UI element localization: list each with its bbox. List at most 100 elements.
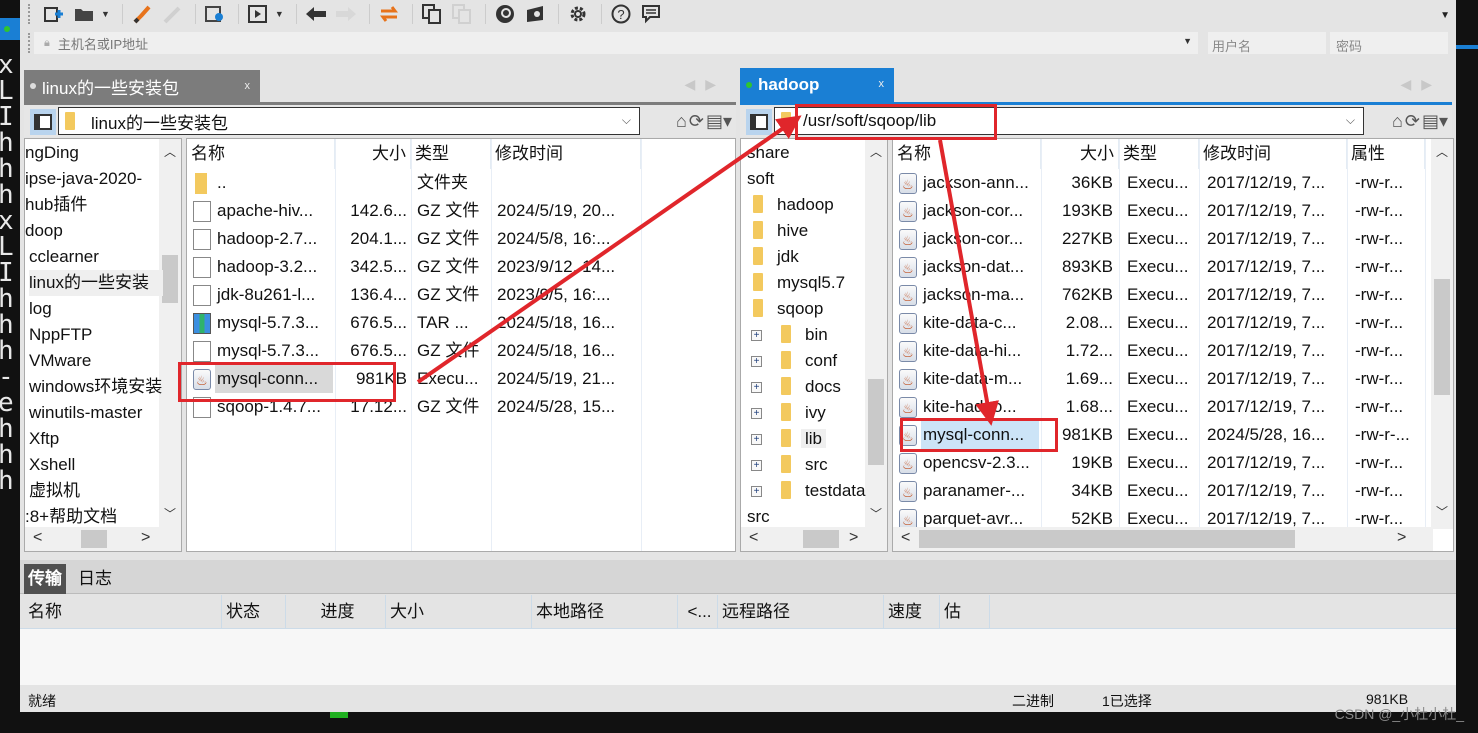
tree-item[interactable]: jdk xyxy=(741,244,865,270)
tree-item[interactable]: soft xyxy=(741,166,865,192)
local-path-input[interactable]: linux的一些安装包 ⌵ xyxy=(58,107,640,135)
scroll-thumb[interactable] xyxy=(919,530,1295,548)
expand-icon[interactable]: + xyxy=(751,434,762,445)
expand-icon[interactable]: + xyxy=(751,330,762,341)
play-dropdown-icon[interactable]: ▼ xyxy=(275,9,284,19)
tree-item[interactable]: + src xyxy=(741,452,865,478)
file-row[interactable]: mysql-5.7.3... 676.5... TAR ... 2024/5/18, … xyxy=(187,309,735,337)
file-row[interactable]: kite-data-c... 2.08... Execu... 2017/12/19,… xyxy=(893,309,1433,339)
xftp-icon[interactable] xyxy=(522,2,548,26)
tab-scroll-arrows[interactable]: ◀▶ xyxy=(1400,76,1442,93)
tab-remote[interactable]: hadoop x xyxy=(740,68,894,102)
file-row[interactable]: jackson-cor... 193KB Execu... 2017/12/19, 7… xyxy=(893,197,1433,227)
host-dropdown-icon[interactable]: ▼ xyxy=(1183,36,1192,46)
feedback-icon[interactable] xyxy=(638,2,664,26)
tree-item[interactable]: mysql5.7 xyxy=(741,270,865,296)
file-row[interactable]: kite-data-m... 1.69... Execu... 2017/12/19,… xyxy=(893,365,1433,395)
tree-item[interactable]: + docs xyxy=(741,374,865,400)
column-header-modified[interactable]: 修改时间 xyxy=(491,139,641,169)
transfer-column-speed[interactable]: 速度 xyxy=(884,595,940,629)
expand-icon[interactable]: + xyxy=(751,460,762,471)
scroll-thumb[interactable] xyxy=(868,379,884,465)
tree-horizontal-scrollbar[interactable]: < > xyxy=(25,527,181,551)
file-row[interactable]: jackson-cor... 227KB Execu... 2017/12/19, 7… xyxy=(893,225,1433,255)
parent-folder-icon[interactable]: ⌂ xyxy=(1392,111,1403,132)
transfer-column-progress[interactable]: 进度 xyxy=(286,595,386,629)
expand-icon[interactable]: + xyxy=(751,408,762,419)
properties-icon[interactable] xyxy=(202,2,228,26)
refresh-icon[interactable]: ⟳ xyxy=(689,111,704,132)
view-mode-icon[interactable]: ▤▾ xyxy=(706,111,732,132)
toolbar-grip[interactable] xyxy=(28,4,31,24)
file-row[interactable]: .. 文件夹 xyxy=(187,169,735,197)
transfer-column-remote-path[interactable]: 远程路径 xyxy=(718,595,884,629)
column-header-attributes[interactable]: 属性 xyxy=(1347,139,1425,169)
scroll-left-icon[interactable]: < xyxy=(901,529,910,547)
scroll-down-icon[interactable]: ﹀ xyxy=(1431,503,1453,523)
xshell-icon[interactable] xyxy=(492,2,518,26)
tab-log[interactable]: 日志 xyxy=(74,564,116,594)
close-tab-icon[interactable]: x xyxy=(879,78,885,90)
toggle-tree-icon[interactable] xyxy=(746,109,772,135)
tree-horizontal-scrollbar[interactable]: < > xyxy=(741,527,887,551)
expand-icon[interactable]: + xyxy=(751,486,762,497)
file-row[interactable]: jackson-ann... 36KB Execu... 2017/12/19, 7.… xyxy=(893,169,1433,199)
list-horizontal-scrollbar[interactable]: < > xyxy=(893,527,1433,551)
column-header-size[interactable]: 大小 xyxy=(335,139,411,169)
sync-icon[interactable] xyxy=(376,2,402,26)
refresh-icon[interactable]: ⟳ xyxy=(1405,111,1420,132)
scroll-down-icon[interactable]: ﹀ xyxy=(159,505,181,525)
tree-item[interactable]: windows环境安装 xyxy=(29,374,163,400)
help-icon[interactable]: ? xyxy=(608,2,634,26)
file-row[interactable]: jackson-dat... 893KB Execu... 2017/12/19, 7… xyxy=(893,253,1433,283)
tree-item[interactable]: ipse-java-2020- xyxy=(25,166,159,192)
column-header-type[interactable]: 类型 xyxy=(411,139,491,169)
column-header-size[interactable]: 大小 xyxy=(1041,139,1119,169)
tree-item[interactable]: Xftp xyxy=(29,426,163,452)
tree-item[interactable]: linux的一些安装 xyxy=(29,270,163,296)
view-mode-icon[interactable]: ▤▾ xyxy=(1422,111,1448,132)
file-row[interactable]: mysql-conn... 981KB Execu... 2024/5/19, 21.… xyxy=(187,365,735,395)
scroll-left-icon[interactable]: < xyxy=(749,529,758,547)
file-row[interactable]: kite-hadoo... 1.68... Execu... 2017/12/19, … xyxy=(893,393,1433,423)
tab-scroll-arrows[interactable]: ◀▶ xyxy=(684,76,726,93)
remote-path-input[interactable]: /usr/soft/sqoop/lib ⌵ xyxy=(774,107,1364,135)
close-tab-icon[interactable]: x xyxy=(245,80,251,92)
file-row[interactable]: apache-hiv... 142.6... GZ 文件 2024/5/19, 20.… xyxy=(187,197,735,225)
tree-item[interactable]: src xyxy=(741,504,865,530)
scroll-right-icon[interactable]: > xyxy=(849,529,858,547)
tree-item[interactable]: hive xyxy=(741,218,865,244)
scroll-right-icon[interactable]: > xyxy=(1397,529,1406,547)
tree-item[interactable]: Xshell xyxy=(29,452,163,478)
scroll-thumb[interactable] xyxy=(803,530,839,548)
scroll-up-icon[interactable]: ︿ xyxy=(865,143,887,163)
column-header-modified[interactable]: 修改时间 xyxy=(1199,139,1347,169)
transfer-column-local-path[interactable]: 本地路径 xyxy=(532,595,678,629)
tree-item[interactable]: + testdata xyxy=(741,478,866,504)
file-row[interactable]: opencsv-2.3... 19KB Execu... 2017/12/19, 7.… xyxy=(893,449,1433,479)
scroll-left-icon[interactable]: < xyxy=(33,529,42,547)
scroll-up-icon[interactable]: ︿ xyxy=(1431,143,1453,163)
host-input[interactable]: 🔒︎ 主机名或IP地址 ▼ xyxy=(34,32,1198,54)
scroll-right-icon[interactable]: > xyxy=(141,529,150,547)
connect-icon[interactable] xyxy=(129,2,155,26)
tab-local[interactable]: linux的一些安装包 x xyxy=(24,70,260,102)
tree-item[interactable]: + bin xyxy=(741,322,865,348)
tree-item[interactable]: doop xyxy=(25,218,159,244)
tree-item[interactable]: 虚拟机 xyxy=(29,478,163,504)
expand-icon[interactable]: + xyxy=(751,356,762,367)
path-dropdown-icon[interactable]: ⌵ xyxy=(1346,113,1355,128)
transfer-column-direction[interactable]: <... xyxy=(678,595,718,629)
scroll-thumb[interactable] xyxy=(1434,279,1450,395)
scroll-thumb[interactable] xyxy=(162,255,178,303)
tree-item[interactable]: winutils-master xyxy=(29,400,163,426)
file-row[interactable]: jackson-ma... 762KB Execu... 2017/12/19, 7.… xyxy=(893,281,1433,311)
file-row[interactable]: hadoop-2.7... 204.1... GZ 文件 2024/5/8, 16:.… xyxy=(187,225,735,253)
path-dropdown-icon[interactable]: ⌵ xyxy=(622,113,631,128)
tree-item[interactable]: VMware xyxy=(29,348,163,374)
tree-item[interactable]: + ivy xyxy=(741,400,865,426)
parent-folder-icon[interactable]: ⌂ xyxy=(676,111,687,132)
scroll-down-icon[interactable]: ﹀ xyxy=(865,505,887,525)
toolbar-overflow-icon[interactable]: ▼ xyxy=(1440,10,1450,21)
tree-item[interactable]: ngDing xyxy=(25,140,159,166)
